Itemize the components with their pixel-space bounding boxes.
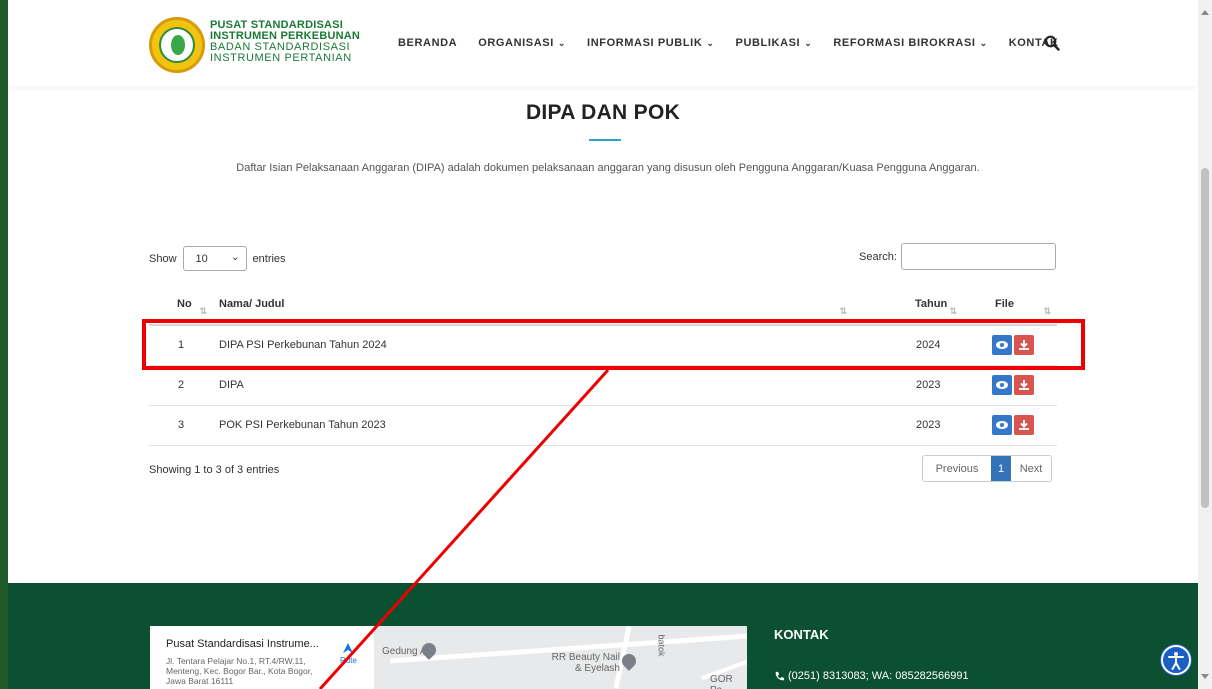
page-scrollbar[interactable]: [1198, 0, 1212, 689]
search-input[interactable]: [900, 243, 1056, 270]
map-label-rr-beauty: RR Beauty Nail & Eyelash: [551, 652, 620, 674]
browser-viewport: PUSAT STANDARDISASI INSTRUMEN PERKEBUNAN…: [8, 0, 1198, 689]
cell-no: 2: [149, 365, 213, 406]
map-label-gedung: Gedung A: [382, 646, 427, 657]
map-place-address: Jl. Tentara Pelajar No.1, RT.4/RW.11, Me…: [166, 656, 313, 686]
cell-nama: POK PSI Perkebunan Tahun 2023: [213, 405, 853, 446]
brand-line-4: INSTRUMEN PERTANIAN: [210, 52, 352, 64]
sort-icon: ⇅: [1043, 306, 1051, 316]
chevron-down-icon: ⌄: [979, 37, 988, 48]
accessibility-icon: [1168, 652, 1184, 670]
cell-file: [963, 365, 1057, 406]
annotation-highlight-box: [142, 319, 1085, 370]
sort-icon: ⇅: [839, 306, 847, 316]
nav-informasi-publik[interactable]: INFORMASI PUBLIK ⌄: [587, 37, 714, 49]
scroll-thumb[interactable]: [1201, 168, 1209, 508]
table-search: Search:: [859, 243, 1056, 270]
page-1-button[interactable]: 1: [991, 456, 1011, 481]
download-icon: [1019, 420, 1029, 430]
title-underline: [589, 139, 621, 141]
nav-reformasi-birokrasi[interactable]: REFORMASI BIROKRASI ⌄: [833, 37, 987, 49]
main-nav: BERANDA ORGANISASI ⌄ INFORMASI PUBLIK ⌄ PU…: [398, 37, 1080, 49]
page-length-control: Show 10 ⌄ entries: [149, 246, 286, 271]
eye-icon: [996, 381, 1008, 389]
cell-tahun: 2023: [853, 405, 963, 446]
site-footer: Gedung A RR Beauty Nail & Eyelash GOR Pa…: [8, 583, 1198, 689]
view-button[interactable]: [992, 415, 1012, 435]
chevron-down-icon: ⌄: [231, 252, 240, 263]
scroll-down-arrow-icon[interactable]: [1201, 674, 1209, 679]
table-row: 3 POK PSI Perkebunan Tahun 2023 2023: [149, 405, 1057, 446]
cell-tahun: 2023: [853, 365, 963, 406]
nav-publikasi[interactable]: PUBLIKASI ⌄: [736, 37, 813, 49]
download-icon: [1019, 380, 1029, 390]
cell-nama: DIPA: [213, 365, 853, 406]
map-route-button[interactable]: Rute: [340, 642, 357, 665]
page-length-select[interactable]: 10 ⌄: [182, 246, 247, 271]
kontak-phone: (0251) 8313083; WA: 085282566991: [774, 670, 969, 682]
site-header: PUSAT STANDARDISASI INSTRUMEN PERKEBUNAN…: [8, 0, 1198, 86]
search-label: Search:: [859, 250, 897, 263]
scroll-up-arrow-icon[interactable]: [1201, 10, 1209, 15]
logo-emblem-icon: [159, 27, 195, 63]
accessibility-button[interactable]: [1161, 645, 1191, 675]
chevron-down-icon: ⌄: [804, 37, 813, 48]
chevron-down-icon: ⌄: [706, 37, 715, 48]
sort-icon: ⇅: [949, 306, 957, 316]
download-button[interactable]: [1014, 375, 1034, 395]
embedded-map[interactable]: Gedung A RR Beauty Nail & Eyelash GOR Pa…: [150, 626, 747, 689]
search-icon[interactable]: [1044, 35, 1060, 51]
cell-no: 3: [149, 405, 213, 446]
show-label: Show: [149, 252, 177, 265]
kontak-phone-text: (0251) 8313083; WA: 085282566991: [788, 670, 969, 682]
download-button[interactable]: [1014, 415, 1034, 435]
route-icon: [343, 643, 354, 653]
nav-organisasi[interactable]: ORGANISASI ⌄: [478, 37, 566, 49]
view-button[interactable]: [992, 375, 1012, 395]
phone-icon: [775, 671, 785, 680]
map-label-road: batok: [656, 634, 667, 657]
nav-beranda[interactable]: BERANDA: [398, 37, 457, 49]
site-logo[interactable]: [149, 17, 205, 73]
pagination: Previous 1 Next: [922, 455, 1052, 482]
brand-text[interactable]: PUSAT STANDARDISASI INSTRUMEN PERKEBUNAN…: [210, 20, 360, 64]
page-description: Daftar Isian Pelaksanaan Anggaran (DIPA)…: [236, 162, 980, 174]
previous-page-button[interactable]: Previous: [923, 456, 991, 481]
table-row: 2 DIPA 2023: [149, 365, 1057, 406]
table-info: Showing 1 to 3 of 3 entries: [149, 464, 280, 476]
map-label-gor: GOR Pa: [710, 674, 733, 689]
page-title: DIPA DAN POK: [525, 101, 681, 124]
sort-icon: ⇅: [199, 306, 207, 316]
next-page-button[interactable]: Next: [1011, 456, 1051, 481]
chevron-down-icon: ⌄: [557, 37, 567, 48]
eye-icon: [996, 421, 1008, 429]
cell-file: [963, 405, 1057, 446]
entries-label: entries: [252, 252, 286, 265]
kontak-heading: KONTAK: [774, 627, 829, 642]
